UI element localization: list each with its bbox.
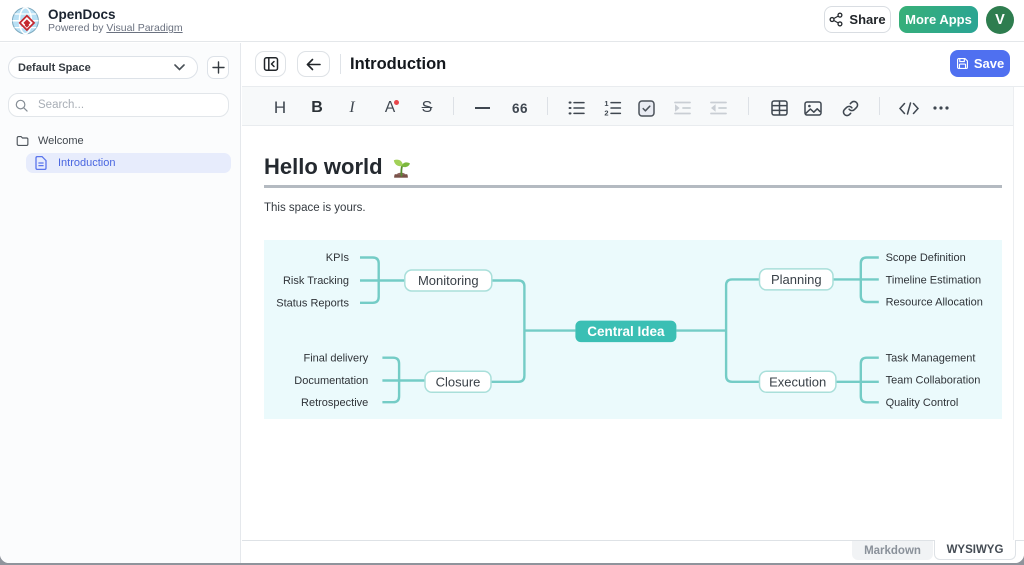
svg-text:Status Reports: Status Reports — [276, 298, 349, 310]
svg-text:2: 2 — [604, 109, 608, 116]
svg-text:Central Idea: Central Idea — [587, 324, 665, 339]
svg-text:1: 1 — [604, 100, 608, 108]
svg-text:Final delivery: Final delivery — [303, 352, 368, 364]
svg-text:Closure: Closure — [436, 374, 481, 389]
svg-text:Timeline Estimation: Timeline Estimation — [886, 275, 982, 287]
svg-text:KPIs: KPIs — [326, 252, 350, 264]
svg-text:Task Management: Task Management — [886, 352, 976, 364]
svg-text:Execution: Execution — [769, 374, 826, 389]
svg-text:Documentation: Documentation — [294, 375, 368, 387]
svg-text:Resource Allocation: Resource Allocation — [886, 297, 983, 309]
svg-text:Team Collaboration: Team Collaboration — [886, 375, 981, 387]
svg-text:Monitoring: Monitoring — [418, 273, 479, 288]
svg-text:Risk Tracking: Risk Tracking — [283, 275, 349, 287]
svg-text:Retrospective: Retrospective — [301, 397, 368, 409]
svg-text:Planning: Planning — [771, 272, 822, 287]
svg-text:Quality Control: Quality Control — [886, 397, 959, 409]
svg-text:Scope Definition: Scope Definition — [886, 252, 966, 264]
